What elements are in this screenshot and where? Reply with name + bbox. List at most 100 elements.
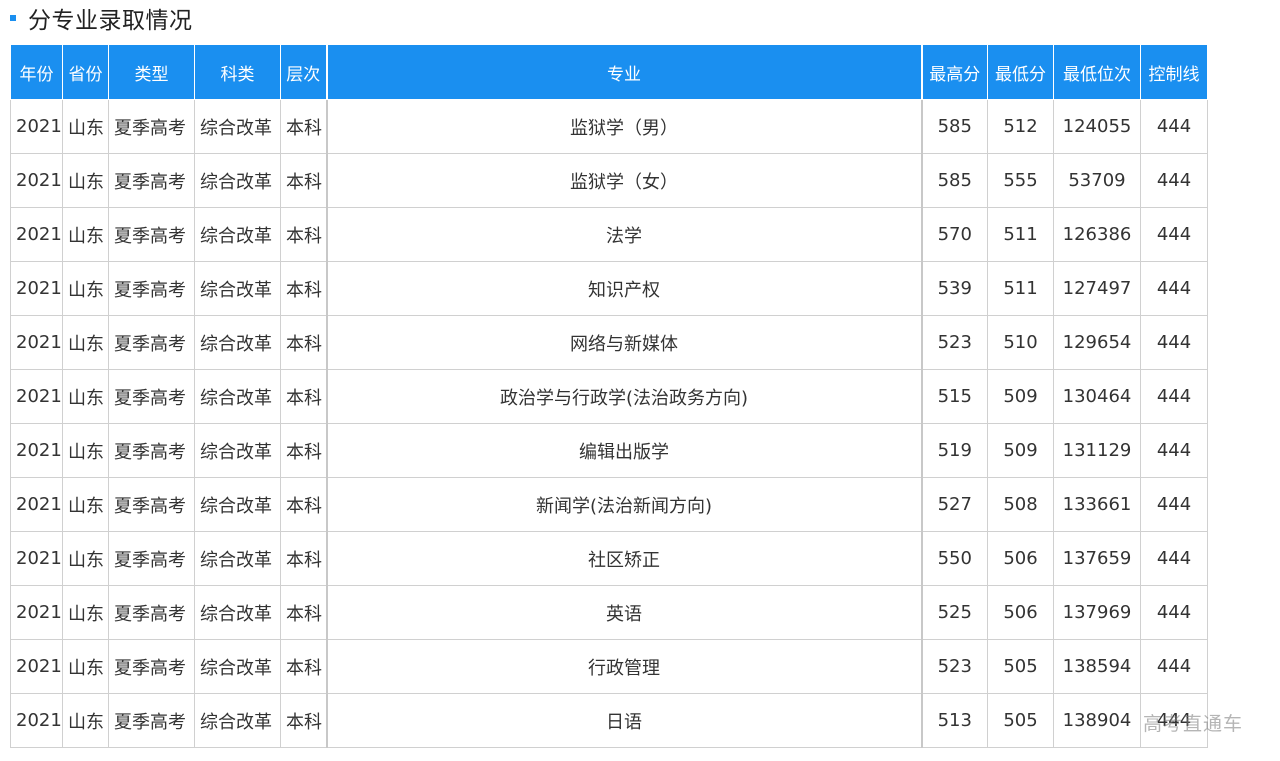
cell-control-line: 444 (1140, 261, 1208, 316)
cell-control-line: 444 (1140, 369, 1208, 424)
cell-subject-category: 综合改革 (194, 585, 281, 640)
cell-min-score: 510 (987, 315, 1054, 370)
header-control-line[interactable]: 控制线 (1140, 44, 1208, 100)
cell-province: 山东 (62, 99, 109, 154)
cell-min-rank: 137659 (1053, 531, 1141, 586)
cell-major: 日语 (326, 693, 923, 748)
cell-min-rank: 127497 (1053, 261, 1141, 316)
cell-control-line: 444 (1140, 477, 1208, 532)
header-min-score[interactable]: 最低分 (987, 44, 1054, 100)
cell-min-rank: 131129 (1053, 423, 1141, 478)
cell-level: 本科 (280, 315, 328, 370)
cell-max-score: 585 (921, 99, 988, 154)
cell-min-score: 509 (987, 423, 1054, 478)
cell-max-score: 513 (921, 693, 988, 748)
cell-year: 2021 (10, 693, 63, 748)
cell-major: 网络与新媒体 (326, 315, 923, 370)
cell-min-rank: 124055 (1053, 99, 1141, 154)
cell-province: 山东 (62, 315, 109, 370)
cell-level: 本科 (280, 261, 328, 316)
table-row: 2021 山东 夏季高考 综合改革 本科 知识产权 539 511 127497 444 (10, 261, 1208, 316)
cell-subject-category: 综合改革 (194, 531, 281, 586)
cell-control-line: 444 (1140, 639, 1208, 694)
cell-major: 行政管理 (326, 639, 923, 694)
cell-major: 编辑出版学 (326, 423, 923, 478)
cell-min-score: 511 (987, 261, 1054, 316)
cell-min-rank: 53709 (1053, 153, 1141, 208)
header-subject-category[interactable]: 科类 (194, 44, 281, 100)
cell-max-score: 523 (921, 315, 988, 370)
cell-subject-category: 综合改革 (194, 207, 281, 262)
cell-min-score: 508 (987, 477, 1054, 532)
cell-level: 本科 (280, 369, 328, 424)
cell-province: 山东 (62, 261, 109, 316)
cell-min-score: 555 (987, 153, 1054, 208)
header-level[interactable]: 层次 (280, 44, 328, 100)
cell-major: 政治学与行政学(法治政务方向) (326, 369, 923, 424)
cell-type: 夏季高考 (108, 153, 195, 208)
header-year[interactable]: 年份 (10, 44, 63, 100)
cell-province: 山东 (62, 207, 109, 262)
cell-max-score: 585 (921, 153, 988, 208)
header-row: 年份 省份 类型 科类 层次 专业 最高分 最低分 最低位次 控制线 (10, 44, 1208, 100)
header-min-rank[interactable]: 最低位次 (1053, 44, 1141, 100)
cell-province: 山东 (62, 693, 109, 748)
header-province[interactable]: 省份 (62, 44, 109, 100)
cell-level: 本科 (280, 153, 328, 208)
cell-level: 本科 (280, 423, 328, 478)
table-row: 2021 山东 夏季高考 综合改革 本科 英语 525 506 137969 444 (10, 585, 1208, 640)
cell-min-score: 511 (987, 207, 1054, 262)
cell-province: 山东 (62, 153, 109, 208)
cell-min-rank: 133661 (1053, 477, 1141, 532)
table-row: 2021 山东 夏季高考 综合改革 本科 新闻学(法治新闻方向) 527 508 133661 4… (10, 477, 1208, 532)
cell-max-score: 523 (921, 639, 988, 694)
table-header: 年份 省份 类型 科类 层次 专业 最高分 最低分 最低位次 控制线 (10, 44, 1208, 100)
cell-min-rank: 138904 (1053, 693, 1141, 748)
cell-level: 本科 (280, 477, 328, 532)
cell-province: 山东 (62, 369, 109, 424)
cell-subject-category: 综合改革 (194, 423, 281, 478)
cell-type: 夏季高考 (108, 261, 195, 316)
table-row: 2021 山东 夏季高考 综合改革 本科 监狱学（男） 585 512 124055 444 (10, 99, 1208, 154)
cell-level: 本科 (280, 99, 328, 154)
cell-max-score: 515 (921, 369, 988, 424)
cell-type: 夏季高考 (108, 423, 195, 478)
table-row: 2021 山东 夏季高考 综合改革 本科 编辑出版学 519 509 131129 444 (10, 423, 1208, 478)
cell-min-score: 506 (987, 585, 1054, 640)
cell-min-score: 505 (987, 693, 1054, 748)
cell-province: 山东 (62, 531, 109, 586)
cell-type: 夏季高考 (108, 315, 195, 370)
cell-type: 夏季高考 (108, 369, 195, 424)
cell-year: 2021 (10, 639, 63, 694)
cell-type: 夏季高考 (108, 531, 195, 586)
header-max-score[interactable]: 最高分 (921, 44, 988, 100)
cell-type: 夏季高考 (108, 585, 195, 640)
cell-year: 2021 (10, 531, 63, 586)
table-row: 2021 山东 夏季高考 综合改革 本科 政治学与行政学(法治政务方向) 515 509 130… (10, 369, 1208, 424)
table-row: 2021 山东 夏季高考 综合改革 本科 法学 570 511 126386 444 (10, 207, 1208, 262)
header-type[interactable]: 类型 (108, 44, 195, 100)
section-header: 分专业录取情况 (10, 2, 193, 34)
cell-max-score: 550 (921, 531, 988, 586)
square-bullet-icon (10, 15, 16, 21)
header-major[interactable]: 专业 (326, 44, 923, 100)
cell-major: 新闻学(法治新闻方向) (326, 477, 923, 532)
cell-min-rank: 137969 (1053, 585, 1141, 640)
cell-level: 本科 (280, 585, 328, 640)
cell-subject-category: 综合改革 (194, 369, 281, 424)
cell-max-score: 519 (921, 423, 988, 478)
cell-control-line: 444 (1140, 531, 1208, 586)
cell-level: 本科 (280, 639, 328, 694)
cell-subject-category: 综合改革 (194, 261, 281, 316)
cell-year: 2021 (10, 315, 63, 370)
cell-level: 本科 (280, 207, 328, 262)
cell-level: 本科 (280, 693, 328, 748)
cell-year: 2021 (10, 99, 63, 154)
cell-control-line: 444 (1140, 585, 1208, 640)
cell-major: 法学 (326, 207, 923, 262)
cell-min-rank: 126386 (1053, 207, 1141, 262)
cell-subject-category: 综合改革 (194, 315, 281, 370)
cell-type: 夏季高考 (108, 693, 195, 748)
page: 分专业录取情况 年份 省份 类型 科类 层次 专业 最高分 最低分 最低位次 控… (0, 0, 1280, 761)
cell-subject-category: 综合改革 (194, 153, 281, 208)
